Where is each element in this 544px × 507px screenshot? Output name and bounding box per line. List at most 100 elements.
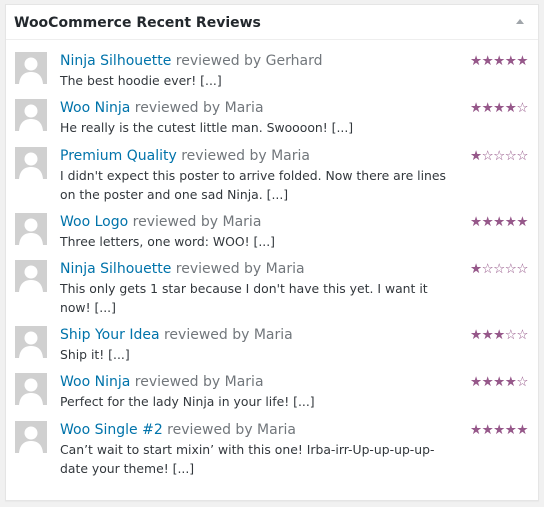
star-filled-icon: ★ [493, 327, 505, 343]
reviewer-label: reviewed by Maria [176, 148, 310, 164]
reviewer-label: reviewed by Maria [130, 100, 264, 116]
review-heading: Woo Ninja reviewed by Maria [60, 99, 264, 117]
star-filled-icon: ★ [504, 374, 517, 390]
star-empty-icon: ☆ [481, 148, 494, 164]
reviewer-label: reviewed by Maria [128, 214, 262, 230]
review-excerpt: The best hoodie ever! [...] [60, 73, 222, 88]
star-empty-icon: ☆ [493, 148, 505, 164]
product-link[interactable]: Woo Logo [60, 214, 128, 230]
star-filled-icon: ★ [481, 214, 494, 230]
avatar [15, 147, 47, 179]
star-filled-icon: ★ [469, 214, 482, 230]
star-empty-icon: ☆ [516, 100, 528, 116]
default-avatar-icon [15, 421, 47, 453]
star-filled-icon: ★ [493, 374, 505, 390]
star-filled-icon: ★ [516, 214, 528, 230]
star-filled-icon: ★ [481, 327, 494, 343]
star-empty-icon: ☆ [504, 327, 517, 343]
review-heading: Ninja Silhouette reviewed by Maria [60, 260, 305, 278]
default-avatar-icon [15, 260, 47, 292]
default-avatar-icon [15, 147, 47, 179]
star-filled-icon: ★ [469, 148, 482, 164]
star-filled-icon: ★ [469, 327, 482, 343]
star-rating: ★☆☆☆☆ [469, 147, 529, 165]
review-excerpt: He really is the cutest little man. Swoo… [60, 120, 354, 135]
star-rating: ★★★★★ [469, 421, 529, 439]
avatar [15, 213, 47, 245]
product-link[interactable]: Ship Your Idea [60, 327, 160, 343]
star-empty-icon: ☆ [481, 261, 494, 277]
star-rating: ★★★★☆ [469, 99, 529, 117]
review-excerpt: I didn't expect this poster to arrive fo… [60, 168, 446, 202]
reviewer-label: reviewed by Gerhard [171, 53, 323, 69]
avatar [15, 52, 47, 84]
star-empty-icon: ☆ [516, 261, 528, 277]
star-filled-icon: ★ [504, 53, 517, 69]
default-avatar-icon [15, 52, 47, 84]
default-avatar-icon [15, 213, 47, 245]
star-filled-icon: ★ [481, 100, 494, 116]
default-avatar-icon [15, 99, 47, 131]
star-filled-icon: ★ [516, 53, 528, 69]
star-filled-icon: ★ [504, 100, 517, 116]
review-heading: Woo Logo reviewed by Maria [60, 213, 261, 231]
star-filled-icon: ★ [469, 53, 482, 69]
product-link[interactable]: Woo Ninja [60, 374, 130, 390]
recent-reviews-widget: WooCommerce Recent Reviews Ninja Silhoue… [5, 4, 539, 501]
star-filled-icon: ★ [493, 214, 505, 230]
reviewer-label: reviewed by Maria [130, 374, 264, 390]
review-heading: Woo Single #2 reviewed by Maria [60, 421, 296, 439]
product-link[interactable]: Woo Single #2 [60, 422, 163, 438]
review-heading: Ninja Silhouette reviewed by Gerhard [60, 52, 323, 70]
product-link[interactable]: Ninja Silhouette [60, 261, 171, 277]
review-excerpt: Perfect for the lady Ninja in your life!… [60, 394, 315, 409]
star-filled-icon: ★ [469, 261, 482, 277]
star-filled-icon: ★ [493, 100, 505, 116]
star-filled-icon: ★ [493, 422, 505, 438]
review-heading: Woo Ninja reviewed by Maria [60, 373, 264, 391]
default-avatar-icon [15, 373, 47, 405]
reviewer-label: reviewed by Maria [159, 327, 293, 343]
star-filled-icon: ★ [469, 100, 482, 116]
star-empty-icon: ☆ [516, 374, 528, 390]
star-filled-icon: ★ [481, 53, 494, 69]
star-rating: ★★★☆☆ [469, 326, 529, 344]
review-heading: Ship Your Idea reviewed by Maria [60, 326, 293, 344]
star-empty-icon: ☆ [504, 148, 517, 164]
review-heading: Premium Quality reviewed by Maria [60, 147, 310, 165]
star-filled-icon: ★ [481, 374, 494, 390]
widget-title: WooCommerce Recent Reviews [14, 15, 261, 31]
star-rating: ★★★★☆ [469, 373, 529, 391]
star-empty-icon: ☆ [516, 148, 528, 164]
reviewer-label: reviewed by Maria [162, 422, 296, 438]
star-filled-icon: ★ [504, 422, 517, 438]
star-empty-icon: ☆ [504, 261, 517, 277]
avatar [15, 373, 47, 405]
star-empty-icon: ☆ [516, 327, 528, 343]
review-excerpt: Three letters, one word: WOO! [...] [60, 234, 275, 249]
star-filled-icon: ★ [469, 422, 482, 438]
star-empty-icon: ☆ [493, 261, 505, 277]
default-avatar-icon [15, 326, 47, 358]
review-excerpt: Ship it! [...] [60, 347, 130, 362]
avatar [15, 421, 47, 453]
collapse-arrow-icon[interactable] [516, 19, 524, 24]
star-rating: ★★★★★ [469, 52, 529, 70]
widget-header[interactable]: WooCommerce Recent Reviews [6, 5, 538, 40]
star-filled-icon: ★ [493, 53, 505, 69]
product-link[interactable]: Woo Ninja [60, 100, 130, 116]
star-filled-icon: ★ [481, 422, 494, 438]
avatar [15, 326, 47, 358]
avatar [15, 99, 47, 131]
product-link[interactable]: Premium Quality [60, 148, 177, 164]
reviewer-label: reviewed by Maria [171, 261, 305, 277]
star-filled-icon: ★ [504, 214, 517, 230]
review-excerpt: This only gets 1 star because I don't ha… [60, 281, 428, 315]
avatar [15, 260, 47, 292]
star-filled-icon: ★ [516, 422, 528, 438]
product-link[interactable]: Ninja Silhouette [60, 53, 171, 69]
review-excerpt: Can’t wait to start mixin’ with this one… [60, 442, 435, 476]
star-rating: ★★★★★ [469, 213, 529, 231]
star-rating: ★☆☆☆☆ [469, 260, 529, 278]
star-filled-icon: ★ [469, 374, 482, 390]
